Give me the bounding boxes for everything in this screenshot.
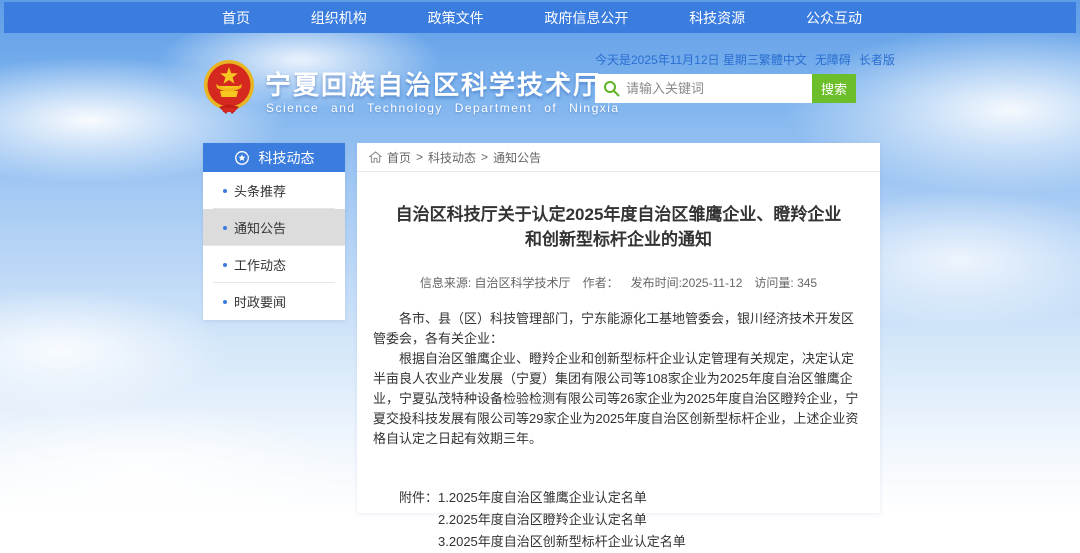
- sidebar-header: 科技动态: [203, 143, 345, 172]
- article-body: 各市、县（区）科技管理部门，宁东能源化工基地管委会，银川经济技术开发区管委会，各…: [373, 309, 864, 449]
- nav-item-organization[interactable]: 组织机构: [311, 8, 367, 28]
- sidebar-item-work-updates[interactable]: 工作动态: [203, 246, 345, 283]
- breadcrumb-home[interactable]: 首页: [387, 149, 411, 166]
- sidebar-item-label: 通知公告: [234, 218, 286, 237]
- breadcrumb: 首页 > 科技动态 > 通知公告: [357, 143, 880, 172]
- top-navigation-bar: 首页 组织机构 政策文件 政府信息公开 科技资源 公众互动: [4, 2, 1076, 33]
- main-content-panel: 首页 > 科技动态 > 通知公告 自治区科技厅关于认定2025年度自治区雏鹰企业…: [357, 143, 880, 513]
- meta-source: 信息来源: 自治区科学技术厅: [420, 276, 571, 290]
- breadcrumb-tech-updates[interactable]: 科技动态: [428, 149, 476, 166]
- breadcrumb-notices[interactable]: 通知公告: [493, 149, 541, 166]
- sidebar-item-headline-recommend[interactable]: 头条推荐: [203, 172, 345, 209]
- article-title-line2: 和创新型标杆企业的通知: [387, 227, 850, 252]
- attachment-link-2[interactable]: 2.2025年度自治区瞪羚企业认定名单: [438, 509, 686, 531]
- bullet-icon: [223, 263, 227, 267]
- star-circle-icon: [234, 150, 250, 166]
- article-paragraph: 各市、县（区）科技管理部门，宁东能源化工基地管委会，银川经济技术开发区管委会，各…: [373, 309, 864, 349]
- bullet-icon: [223, 226, 227, 230]
- meta-author: 作者：: [583, 276, 619, 290]
- article-meta: 信息来源: 自治区科学技术厅作者： 发布时间:2025-11-12 访问量: 345: [357, 274, 880, 291]
- site-subtitle: Science and Technology Department of Nin…: [266, 101, 620, 115]
- meta-publish-time: 发布时间:2025-11-12: [631, 276, 743, 290]
- search-button[interactable]: 搜索: [812, 74, 856, 103]
- site-title: 宁夏回族自治区科学技术厅: [265, 65, 601, 102]
- attachments-label: 附件：: [399, 487, 438, 553]
- sidebar-item-notices[interactable]: 通知公告: [203, 209, 345, 246]
- nav-item-public-interaction[interactable]: 公众互动: [806, 8, 862, 28]
- link-accessibility[interactable]: 无障碍: [815, 51, 851, 68]
- home-icon: [369, 151, 382, 163]
- site-header: 宁夏回族自治区科学技术厅 Science and Technology Depa…: [0, 33, 1080, 143]
- nav-item-policy-documents[interactable]: 政策文件: [428, 8, 484, 28]
- attachments-section: 附件： 1.2025年度自治区雏鹰企业认定名单 2.2025年度自治区瞪羚企业认…: [399, 487, 880, 553]
- attachment-link-1[interactable]: 1.2025年度自治区雏鹰企业认定名单: [438, 487, 686, 509]
- sidebar: 科技动态 头条推荐 通知公告 工作动态 时政要闻: [203, 143, 345, 320]
- sidebar-title: 科技动态: [259, 148, 315, 168]
- sidebar-item-label: 时政要闻: [234, 292, 286, 311]
- link-senior-version[interactable]: 长者版: [859, 51, 895, 68]
- search-bar: 搜索: [595, 74, 856, 103]
- attachment-link-3[interactable]: 3.2025年度自治区创新型标杆企业认定名单: [438, 531, 686, 553]
- article-title: 自治区科技厅关于认定2025年度自治区雏鹰企业、瞪羚企业 和创新型标杆企业的通知: [387, 202, 850, 252]
- current-date: 今天是2025年11月12日 星期三: [595, 51, 759, 68]
- nav-item-gov-info-disclosure[interactable]: 政府信息公开: [544, 8, 628, 28]
- bullet-icon: [223, 189, 227, 193]
- nav-item-home[interactable]: 首页: [222, 8, 250, 28]
- article-title-line1: 自治区科技厅关于认定2025年度自治区雏鹰企业、瞪羚企业: [387, 202, 850, 227]
- link-traditional-chinese[interactable]: 繁體中文: [759, 51, 807, 68]
- article-paragraph: 根据自治区雏鹰企业、瞪羚企业和创新型标杆企业认定管理有关规定，决定认定半亩良人农…: [373, 349, 864, 449]
- sidebar-item-current-affairs[interactable]: 时政要闻: [203, 283, 345, 320]
- breadcrumb-separator: >: [416, 150, 423, 164]
- sidebar-item-label: 头条推荐: [234, 181, 286, 200]
- bullet-icon: [223, 300, 227, 304]
- sidebar-item-label: 工作动态: [234, 255, 286, 274]
- breadcrumb-separator: >: [481, 150, 488, 164]
- meta-visits: 访问量: 345: [754, 276, 817, 290]
- search-icon: [603, 80, 620, 97]
- search-input[interactable]: [595, 74, 812, 103]
- national-emblem-logo[interactable]: [203, 59, 255, 117]
- nav-item-tech-resources[interactable]: 科技资源: [689, 8, 745, 28]
